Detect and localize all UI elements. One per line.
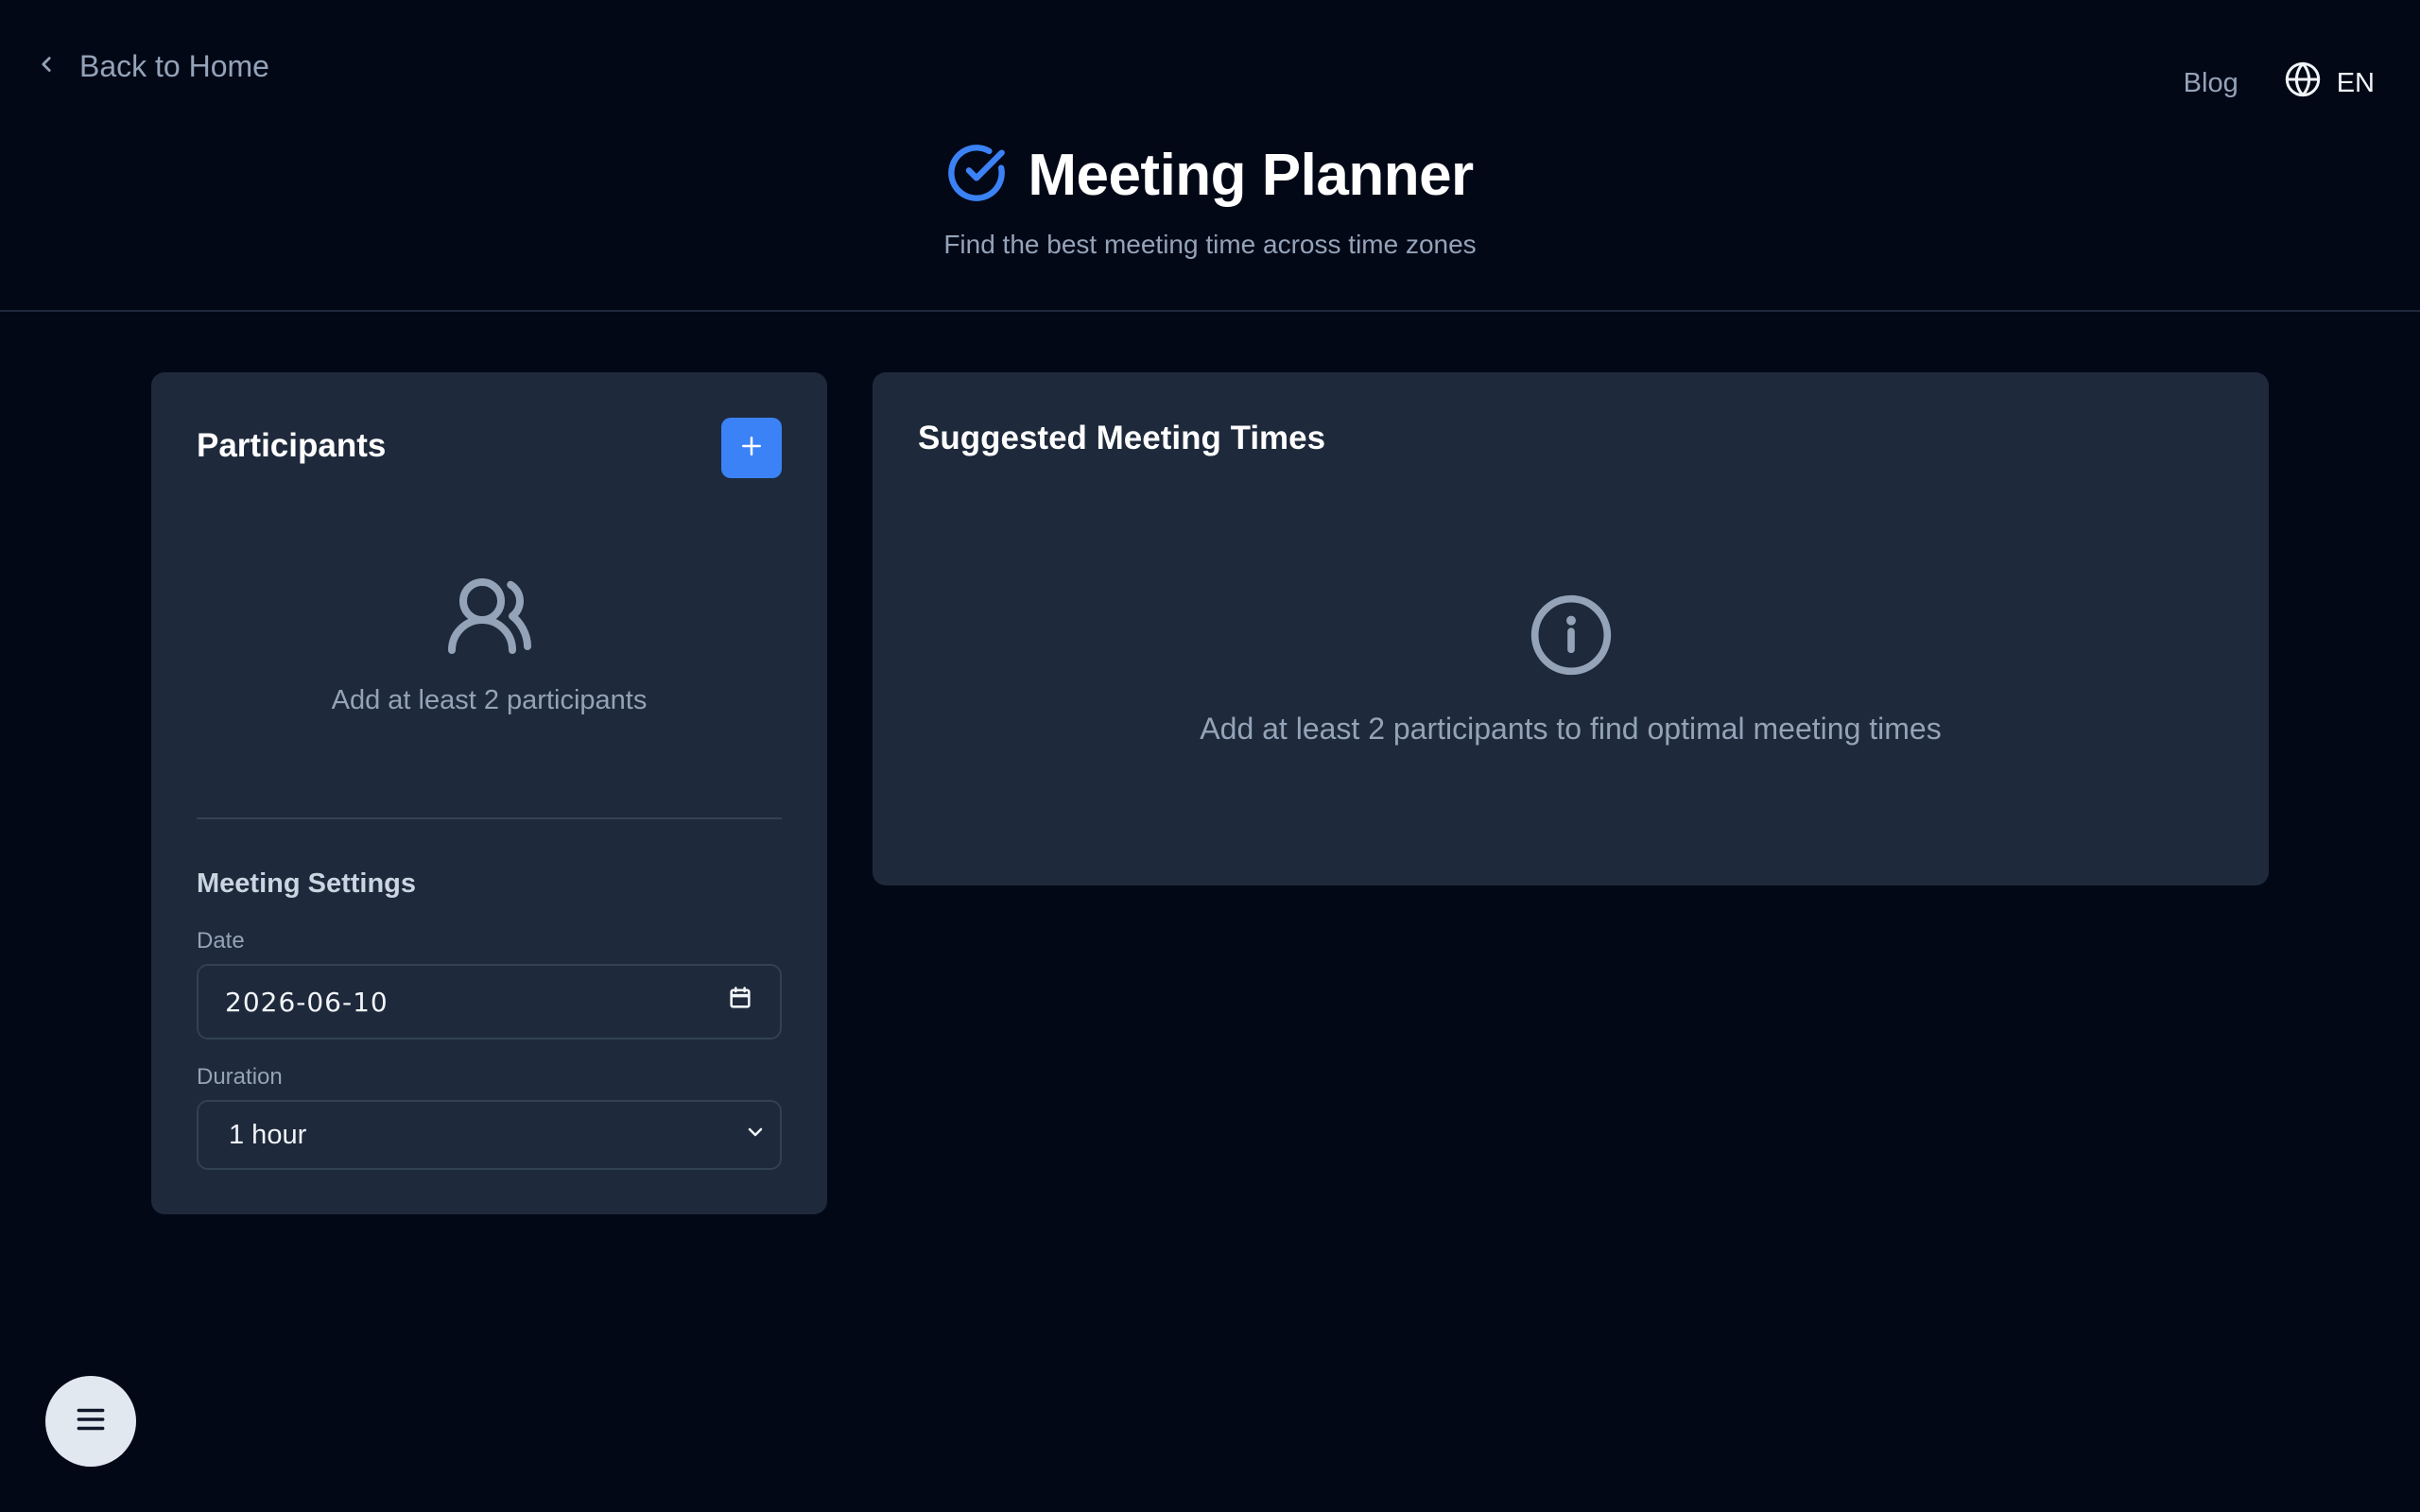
blog-link[interactable]: Blog <box>2184 68 2238 99</box>
participants-card: Participants Add at least 2 participants… <box>151 372 827 1214</box>
page-title: Meeting Planner <box>1028 143 1474 208</box>
suggested-times-empty-state: Add at least 2 participants to find opti… <box>873 592 2269 747</box>
calendar-icon[interactable] <box>727 985 753 1019</box>
meeting-settings-heading: Meeting Settings <box>197 868 417 899</box>
date-value: 2026-06-10 <box>225 986 389 1018</box>
duration-select[interactable]: 1 hour <box>197 1100 782 1170</box>
info-icon <box>1528 592 1615 683</box>
page-subtitle: Find the best meeting time across time z… <box>943 230 1477 259</box>
chevron-down-icon <box>744 1120 767 1151</box>
add-participant-button[interactable] <box>721 418 782 478</box>
duration-value: 1 hour <box>229 1119 307 1150</box>
suggested-times-title: Suggested Meeting Times <box>918 420 1326 456</box>
back-to-home-link[interactable]: Back to Home <box>34 49 269 84</box>
duration-label: Duration <box>197 1064 283 1090</box>
participants-empty-state: Add at least 2 participants <box>151 571 827 716</box>
chevron-left-icon <box>34 49 59 84</box>
menu-icon <box>73 1401 109 1442</box>
suggested-times-card: Suggested Meeting Times Add at least 2 p… <box>873 372 2269 885</box>
date-label: Date <box>197 928 245 954</box>
settings-divider <box>197 817 782 819</box>
suggested-times-empty-text: Add at least 2 participants to find opti… <box>1200 712 1942 746</box>
page: Back to Home Blog EN Meeting Planner Fin… <box>0 0 2420 1512</box>
participants-title: Participants <box>197 427 387 464</box>
header-divider <box>0 310 2420 312</box>
check-circle-icon <box>946 143 1007 208</box>
language-label: EN <box>2336 67 2375 98</box>
globe-icon <box>2284 60 2322 106</box>
title-row: Meeting Planner <box>0 142 2420 209</box>
plus-icon <box>737 432 766 465</box>
users-icon <box>444 571 535 666</box>
back-to-home-label: Back to Home <box>79 49 269 83</box>
participants-empty-text: Add at least 2 participants <box>331 685 648 715</box>
menu-button[interactable] <box>45 1376 136 1467</box>
top-nav: Blog EN <box>2184 60 2375 106</box>
language-switcher[interactable]: EN <box>2284 60 2375 106</box>
date-input[interactable]: 2026-06-10 <box>197 964 782 1040</box>
